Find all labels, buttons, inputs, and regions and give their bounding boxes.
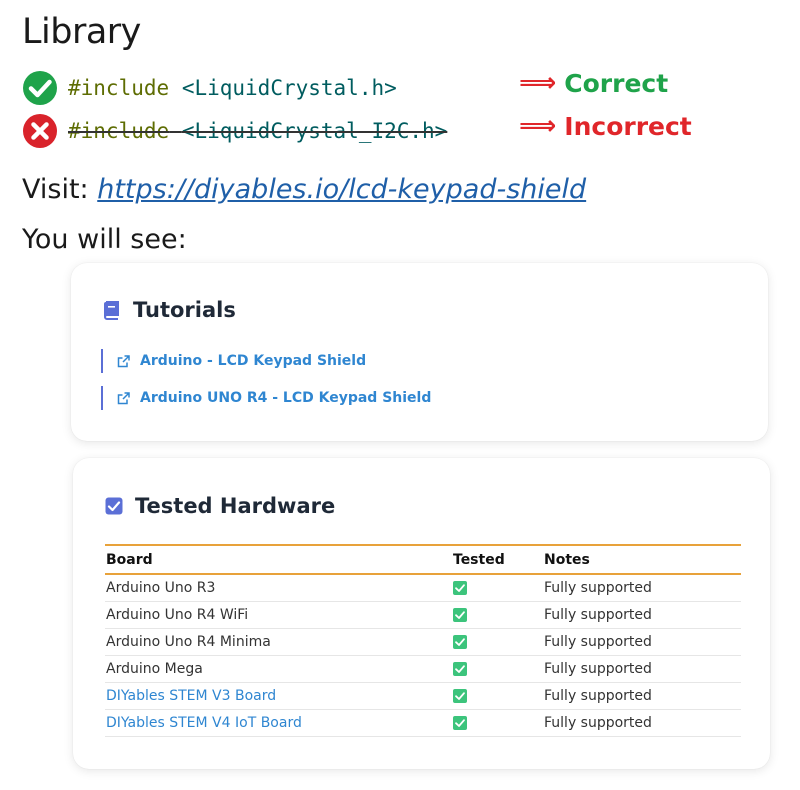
- tested-cell: [452, 682, 543, 710]
- correct-verdict: ⟹ Correct: [519, 68, 668, 98]
- implies-arrow-icon: ⟹: [519, 68, 557, 98]
- notes-cell: Fully supported: [543, 655, 741, 683]
- column-header-notes: Notes: [543, 544, 741, 575]
- tested-cell: [452, 628, 543, 656]
- tested-hardware-title: Tested Hardware: [105, 494, 335, 518]
- board-cell: Arduino Uno R4 WiFi: [105, 601, 452, 629]
- notes-cell: Fully supported: [543, 709, 741, 737]
- tutorials-card: Tutorials Arduino - LCD Keypad Shield Ar…: [71, 263, 768, 441]
- correct-include-code: #include <LiquidCrystal.h>: [68, 76, 397, 100]
- tested-hardware-card: Tested Hardware Board Tested Notes Ardui…: [73, 458, 770, 769]
- check-mark-icon: [453, 689, 467, 703]
- column-header-tested: Tested: [452, 544, 543, 575]
- incorrect-verdict: ⟹ Incorrect: [519, 111, 692, 141]
- cross-circle-icon: [23, 114, 57, 148]
- table-header-row: Board Tested Notes: [105, 544, 741, 575]
- tested-cell: [452, 601, 543, 629]
- check-mark-icon: [453, 716, 467, 730]
- check-mark-icon: [453, 608, 467, 622]
- table-row: Arduino Mega Fully supported: [105, 655, 741, 683]
- check-circle-icon: [23, 71, 57, 105]
- notes-cell: Fully supported: [543, 628, 741, 656]
- checkbox-icon: [105, 497, 123, 515]
- table-row: DIYables STEM V3 Board Fully supported: [105, 682, 741, 710]
- check-mark-icon: [453, 581, 467, 595]
- tested-cell: [452, 574, 543, 602]
- correct-label: Correct: [564, 68, 669, 98]
- board-cell[interactable]: DIYables STEM V3 Board: [105, 682, 452, 710]
- book-icon: [101, 300, 121, 320]
- incorrect-include-code: #include <LiquidCrystal_I2C.h>: [68, 119, 448, 143]
- tutorial-link-uno-r4-lcd-keypad-shield[interactable]: Arduino UNO R4 - LCD Keypad Shield: [101, 386, 431, 410]
- implies-arrow-icon: ⟹: [519, 111, 557, 141]
- tutorial-link-lcd-keypad-shield[interactable]: Arduino - LCD Keypad Shield: [101, 349, 366, 373]
- visit-link[interactable]: https://diyables.io/lcd-keypad-shield: [97, 174, 586, 205]
- board-cell: Arduino Uno R4 Minima: [105, 628, 452, 656]
- table-row: Arduino Uno R4 WiFi Fully supported: [105, 601, 741, 629]
- check-mark-icon: [453, 635, 467, 649]
- you-will-see-label: You will see:: [22, 224, 187, 255]
- board-cell[interactable]: DIYables STEM V4 IoT Board: [105, 709, 452, 737]
- notes-cell: Fully supported: [543, 574, 741, 602]
- board-cell: Arduino Mega: [105, 655, 452, 683]
- board-cell: Arduino Uno R3: [105, 574, 452, 602]
- tested-cell: [452, 655, 543, 683]
- external-link-icon: [117, 391, 130, 405]
- table-row: DIYables STEM V4 IoT Board Fully supporte…: [105, 709, 741, 737]
- table-row: Arduino Uno R4 Minima Fully supported: [105, 628, 741, 656]
- page-heading: Library: [22, 12, 141, 52]
- table-row: Arduino Uno R3 Fully supported: [105, 574, 741, 602]
- visit-line: Visit: https://diyables.io/lcd-keypad-sh…: [22, 174, 586, 205]
- incorrect-label: Incorrect: [564, 111, 692, 141]
- tested-cell: [452, 709, 543, 737]
- check-mark-icon: [453, 662, 467, 676]
- notes-cell: Fully supported: [543, 682, 741, 710]
- external-link-icon: [117, 354, 130, 368]
- hardware-table: Board Tested Notes Arduino Uno R3 Fully s…: [105, 544, 741, 737]
- tutorials-title: Tutorials: [101, 298, 236, 322]
- column-header-board: Board: [105, 544, 452, 575]
- visit-label: Visit:: [22, 174, 89, 205]
- notes-cell: Fully supported: [543, 601, 741, 629]
